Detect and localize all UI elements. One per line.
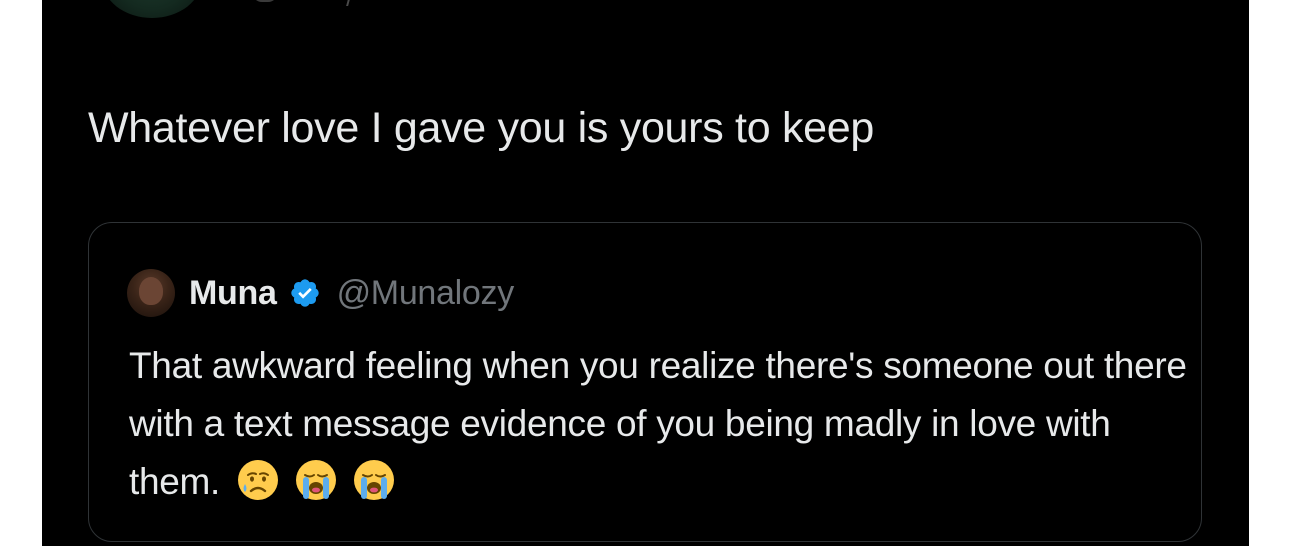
quoted-author-name[interactable]: Muna — [189, 274, 277, 313]
tweet-text: Whatever love I gave you is yours to kee… — [88, 104, 874, 152]
quoted-tweet-card[interactable]: Muna @Munalozy That awkward feeling when… — [88, 222, 1202, 542]
verified-badge-icon — [289, 277, 321, 309]
quoted-author-handle[interactable]: @Munalozy — [337, 274, 515, 313]
loudly-crying-face-icon — [352, 458, 396, 502]
author-handle-fragment — [252, 0, 372, 8]
quoted-tweet-header: Muna @Munalozy — [127, 269, 514, 317]
quoted-author-avatar[interactable] — [127, 269, 175, 317]
tweet-card: Whatever love I gave you is yours to kee… — [42, 0, 1249, 546]
quoted-tweet-text: That awkward feeling when you realize th… — [129, 337, 1189, 511]
author-avatar[interactable] — [102, 0, 202, 18]
sad-but-relieved-face-icon — [236, 458, 280, 502]
loudly-crying-face-icon — [294, 458, 338, 502]
screenshot-page: Whatever love I gave you is yours to kee… — [0, 0, 1290, 546]
emoji-group — [236, 458, 410, 502]
